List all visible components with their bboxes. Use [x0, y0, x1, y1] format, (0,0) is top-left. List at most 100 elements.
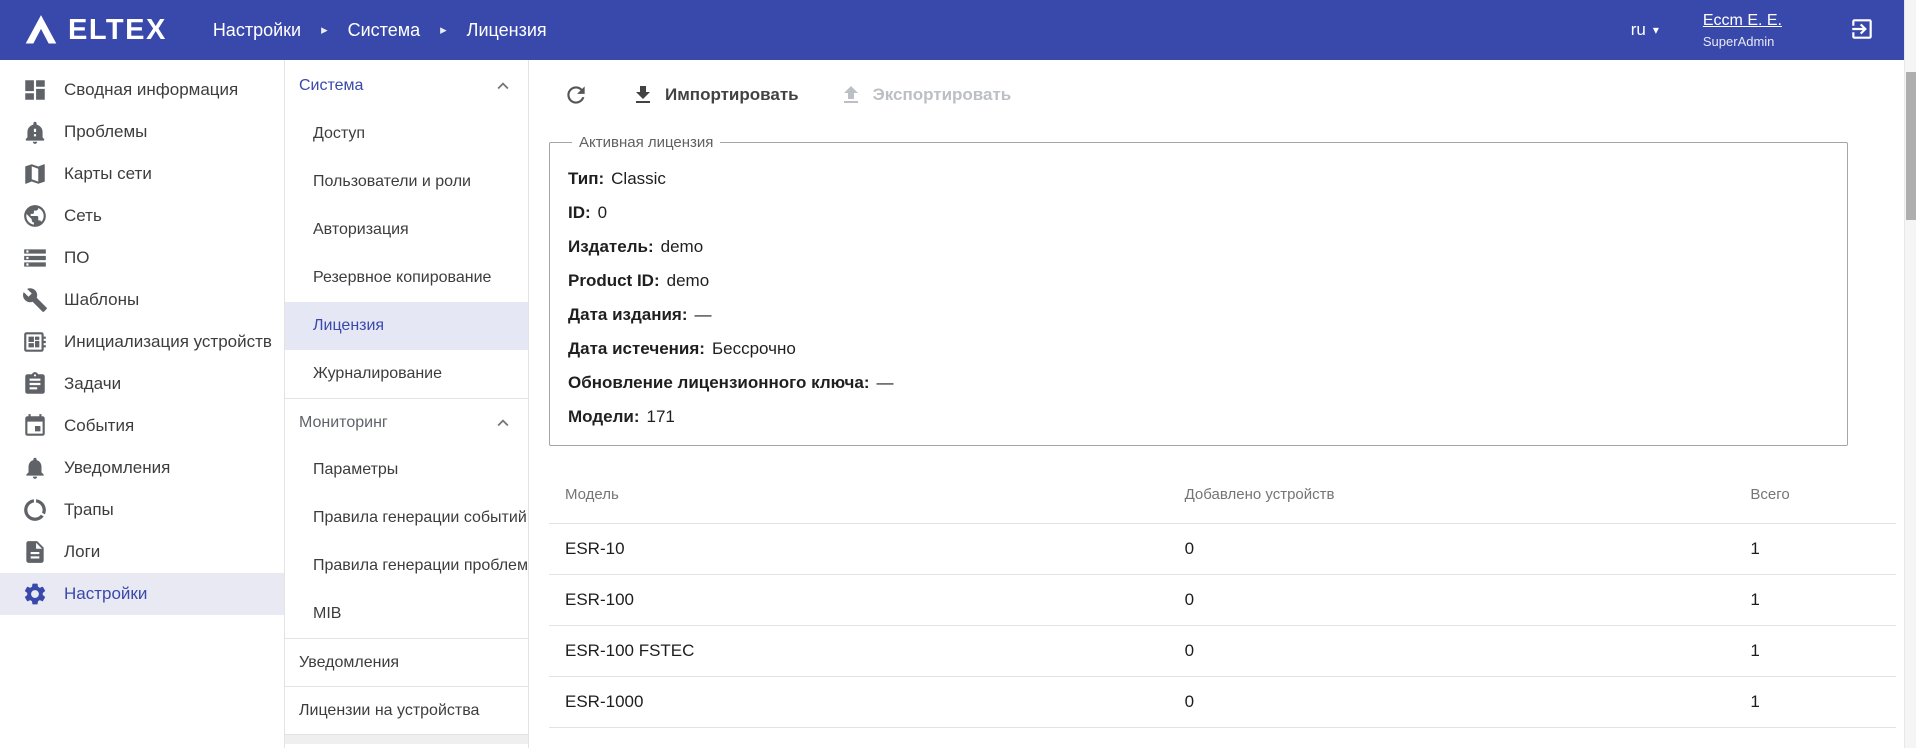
export-button-label: Экспортировать	[873, 85, 1012, 105]
brand-name: ELTEX	[68, 14, 167, 47]
submenu-section-label: Система	[299, 77, 363, 95]
license-field-label: Модели	[568, 407, 640, 426]
language-label: ru	[1631, 20, 1646, 40]
traps-icon	[22, 497, 48, 523]
page-scrollbar[interactable]	[1904, 0, 1916, 748]
table-cell: ESR-100	[549, 575, 1169, 626]
license-field-label: Издатель	[568, 237, 654, 256]
license-field-label: Дата истечения	[568, 339, 705, 358]
license-toolbar: Импортировать Экспортировать	[529, 60, 1904, 130]
submenu-item[interactable]: MIB	[285, 590, 528, 638]
table-column-header: Всего	[1734, 472, 1896, 524]
table-row[interactable]: ESR-100 FSTEC01	[549, 626, 1896, 677]
sidebar-item-8[interactable]: Задачи	[0, 363, 284, 405]
logout-button[interactable]	[1846, 14, 1878, 46]
sidebar-item-label: Карты сети	[64, 164, 152, 184]
license-field-label: Обновление лицензионного ключа	[568, 373, 870, 392]
breadcrumb-item[interactable]: Лицензия	[467, 20, 547, 41]
sidebar-item-7[interactable]: Инициализация устройств	[0, 321, 284, 363]
license-field: Обновление лицензионного ключа —	[568, 373, 1829, 393]
user-name-link[interactable]: Eccm E. E.	[1703, 12, 1782, 30]
license-field-value: 171	[647, 407, 675, 426]
table-row[interactable]: ESR-1001	[549, 524, 1896, 575]
submenu-link[interactable]: Лицензии на устройства	[285, 686, 528, 734]
license-field-value: 0	[598, 203, 607, 222]
models-table: МодельДобавлено устройствВсего ESR-1001E…	[549, 472, 1896, 728]
main-content: Импортировать Экспортировать Активная ли…	[529, 60, 1904, 748]
table-cell: 0	[1169, 677, 1735, 728]
sidebar-item-11[interactable]: Трапы	[0, 489, 284, 531]
sidebar-item-label: Шаблоны	[64, 290, 139, 310]
table-cell: 1	[1734, 524, 1896, 575]
submenu-link[interactable]: Уведомления	[285, 638, 528, 686]
license-field: Модели 171	[568, 407, 1829, 427]
breadcrumb-item[interactable]: Система	[348, 20, 421, 41]
license-field-value: —	[877, 373, 894, 392]
license-field: Дата истечения Бессрочно	[568, 339, 1829, 359]
sidebar-item-2[interactable]: Проблемы	[0, 111, 284, 153]
import-button-label: Импортировать	[665, 85, 799, 105]
active-license-panel: Активная лицензия ТипClassicID0Издательd…	[549, 134, 1848, 446]
sidebar-item-label: Сводная информация	[64, 80, 238, 100]
refresh-button[interactable]	[561, 80, 591, 110]
table-cell: ESR-1000	[549, 677, 1169, 728]
sidebar-item-5[interactable]: ПО	[0, 237, 284, 279]
export-button[interactable]: Экспортировать	[839, 83, 1012, 107]
sidebar-item-13[interactable]: Настройки	[0, 573, 284, 615]
sidebar-item-4[interactable]: Сеть	[0, 195, 284, 237]
import-button[interactable]: Импортировать	[631, 83, 799, 107]
license-field-value: Classic	[611, 169, 666, 188]
submenu-item[interactable]: Параметры	[285, 446, 528, 494]
submenu-item[interactable]: Пользователи и роли	[285, 158, 528, 206]
sidebar-item-12[interactable]: Логи	[0, 531, 284, 573]
brand-logo[interactable]: ELTEX	[24, 13, 167, 47]
user-info: Eccm E. E. SuperAdmin	[1703, 12, 1782, 49]
sidebar-item-9[interactable]: События	[0, 405, 284, 447]
tasks-icon	[22, 371, 48, 397]
submenu-item[interactable]: Авторизация	[285, 206, 528, 254]
logout-icon	[1849, 16, 1875, 42]
submenu-item[interactable]: Доступ	[285, 110, 528, 158]
upload-icon	[839, 83, 863, 107]
wrench-icon	[22, 287, 48, 313]
table-row[interactable]: ESR-10001	[549, 575, 1896, 626]
license-field-value: Бессрочно	[712, 339, 796, 358]
sidebar-item-6[interactable]: Шаблоны	[0, 279, 284, 321]
software-icon	[22, 245, 48, 271]
caret-down-icon: ▾	[1653, 23, 1659, 37]
submenu-item[interactable]: Резервное копирование	[285, 254, 528, 302]
sidebar-item-10[interactable]: Уведомления	[0, 447, 284, 489]
sidebar-item-label: Сеть	[64, 206, 102, 226]
table-cell: ESR-10	[549, 524, 1169, 575]
license-field-label: Тип	[568, 169, 604, 188]
sidebar-item-label: Уведомления	[64, 458, 170, 478]
submenu-section-header[interactable]: Система	[285, 62, 528, 110]
license-field-label: Product ID	[568, 271, 660, 290]
user-role: SuperAdmin	[1703, 34, 1782, 49]
submenu-section-header[interactable]: Мониторинг	[285, 398, 528, 446]
dashboard-icon	[22, 77, 48, 103]
submenu-item[interactable]: Лицензия	[285, 302, 528, 350]
submenu-item[interactable]: Правила генерации событий	[285, 494, 528, 542]
license-field-value: demo	[661, 237, 704, 256]
sidebar-item-3[interactable]: Карты сети	[0, 153, 284, 195]
gear-icon	[22, 581, 48, 607]
logs-icon	[22, 539, 48, 565]
license-field-label: Дата издания	[568, 305, 688, 324]
breadcrumb-item[interactable]: Настройки	[213, 20, 301, 41]
sidebar-item-1[interactable]: Сводная информация	[0, 69, 284, 111]
table-cell: 1	[1734, 626, 1896, 677]
sidebar-item-label: Настройки	[64, 584, 147, 604]
table-cell: 0	[1169, 626, 1735, 677]
map-icon	[22, 161, 48, 187]
download-icon	[631, 83, 655, 107]
table-row[interactable]: ESR-100001	[549, 677, 1896, 728]
submenu-item[interactable]: Правила генерации проблем	[285, 542, 528, 590]
license-field: Тип Classic	[568, 169, 1829, 189]
submenu-item[interactable]: Журналирование	[285, 350, 528, 398]
language-selector[interactable]: ru ▾	[1631, 20, 1659, 40]
chevron-up-icon	[492, 75, 514, 97]
scrollbar-thumb[interactable]	[1906, 72, 1916, 220]
main-sidebar: Сводная информация Проблемы Карты сети Сеть…	[0, 60, 285, 748]
license-field: Дата издания—	[568, 305, 1829, 325]
